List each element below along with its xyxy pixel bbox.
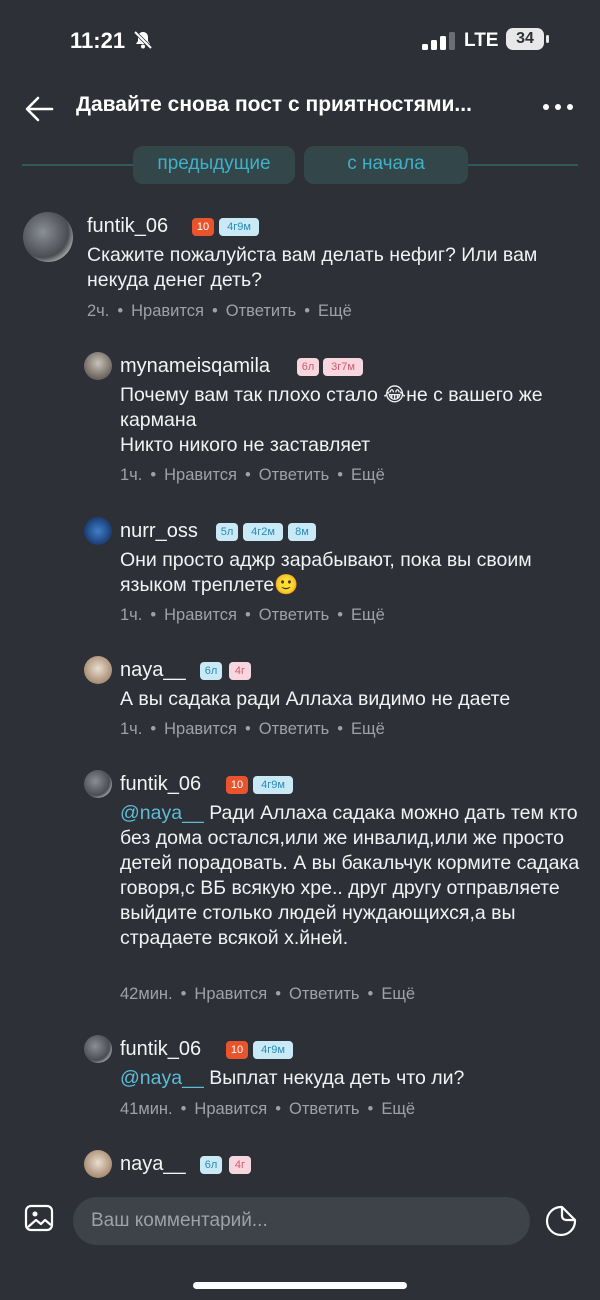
avatar[interactable]	[23, 212, 73, 262]
more-button[interactable]: Ещё	[318, 302, 352, 320]
comment-text: @naya__ Ради Аллаха садака можно дать те…	[120, 801, 582, 951]
more-button[interactable]: Ещё	[351, 720, 385, 738]
membership-badge: 4г2м	[243, 523, 283, 541]
comment-text: Почему вам так плохо стало 😂не с вашего …	[120, 384, 543, 456]
avatar[interactable]	[84, 656, 112, 684]
reply-button[interactable]: Ответить	[226, 302, 297, 320]
comment-text: Они просто аджр зарабывают, пока вы свои…	[120, 549, 538, 596]
comment-meta: 41мин. • Нравится • Ответить • Ещё	[120, 1100, 416, 1118]
nav-divider-left	[22, 164, 134, 166]
avatar[interactable]	[84, 352, 112, 380]
comment-time: 41мин.	[120, 1100, 173, 1118]
comment-username[interactable]: naya__	[120, 659, 186, 682]
reply-button[interactable]: Ответить	[289, 1100, 360, 1118]
comment-meta: 1ч. • Нравится • Ответить • Ещё	[120, 606, 385, 624]
age-badge: 6л	[297, 358, 319, 376]
comment-username[interactable]: nurr_oss	[120, 520, 198, 543]
membership-badge: 4г9м	[253, 776, 293, 794]
age-badge: 5л	[216, 523, 238, 541]
comment-meta: 1ч. • Нравится • Ответить • Ещё	[120, 720, 385, 738]
comment-time: 1ч.	[120, 466, 143, 484]
level-badge: 10	[192, 218, 214, 236]
membership-badge: 4г	[229, 1156, 251, 1174]
status-time: 11:21	[70, 28, 126, 53]
home-indicator[interactable]	[193, 1282, 407, 1289]
like-button[interactable]: Нравится	[131, 302, 204, 320]
comment-text: А вы садака ради Аллаха видимо не даете	[120, 688, 511, 710]
membership-badge: 4г9м	[219, 218, 259, 236]
reply-button[interactable]: Ответить	[259, 466, 330, 484]
sticker-icon[interactable]	[544, 1204, 578, 1238]
like-button[interactable]: Нравится	[194, 985, 267, 1003]
reply-button[interactable]: Ответить	[259, 606, 330, 624]
user-mention[interactable]: @naya__	[120, 1067, 204, 1089]
comment-username[interactable]: naya__	[120, 1153, 186, 1176]
age-badge: 6л	[200, 1156, 222, 1174]
comment-body: Выплат некуда деть что ли?	[203, 1067, 465, 1089]
user-mention[interactable]: @naya__	[120, 802, 204, 824]
nav-divider-right	[468, 164, 578, 166]
more-button[interactable]: Ещё	[381, 1100, 415, 1118]
more-button[interactable]: Ещё	[381, 985, 415, 1003]
more-button[interactable]: Ещё	[351, 466, 385, 484]
like-button[interactable]: Нравится	[164, 466, 237, 484]
signal-icon	[422, 32, 455, 50]
comment-time: 1ч.	[120, 606, 143, 624]
comment-username[interactable]: funtik_06	[87, 215, 168, 238]
comment-body: Ради Аллаха садака можно дать тем кто бе…	[120, 802, 585, 949]
image-icon[interactable]	[24, 1203, 56, 1235]
like-button[interactable]: Нравится	[194, 1100, 267, 1118]
battery-level: 34	[516, 30, 534, 47]
like-button[interactable]: Нравится	[164, 606, 237, 624]
avatar[interactable]	[84, 1035, 112, 1063]
extra-badge: 8м	[288, 523, 316, 541]
reply-button[interactable]: Ответить	[259, 720, 330, 738]
age-badge: 6л	[200, 662, 222, 680]
comment-input-placeholder: Ваш комментарий...	[91, 1210, 268, 1231]
more-button[interactable]: Ещё	[351, 606, 385, 624]
like-button[interactable]: Нравится	[164, 720, 237, 738]
comment-time: 42мин.	[120, 985, 173, 1003]
battery-icon: 34	[506, 28, 550, 50]
comment-meta: 42мин. • Нравится • Ответить • Ещё	[120, 985, 416, 1003]
comment-meta: 1ч. • Нравится • Ответить • Ещё	[120, 466, 385, 484]
more-icon[interactable]	[540, 94, 576, 120]
comment-text: Скажите пожалуйста вам делать нефиг? Или…	[87, 244, 543, 291]
avatar[interactable]	[84, 770, 112, 798]
page-title: Давайте снова пост с приятностями...	[76, 93, 472, 116]
network-type: LTE	[464, 30, 499, 51]
comment-username[interactable]: mynameisqamila	[120, 355, 270, 378]
previous-comments-button[interactable]: предыдущие	[133, 146, 295, 184]
comment-username[interactable]: funtik_06	[120, 773, 201, 796]
membership-badge: 3г7м	[323, 358, 363, 376]
comment-time: 2ч.	[87, 302, 110, 320]
membership-badge: 4г9м	[253, 1041, 293, 1059]
comment-username[interactable]: funtik_06	[120, 1038, 201, 1061]
comment-time: 1ч.	[120, 720, 143, 738]
reply-button[interactable]: Ответить	[289, 985, 360, 1003]
level-badge: 10	[226, 1041, 248, 1059]
back-arrow-icon[interactable]	[22, 92, 56, 126]
avatar[interactable]	[84, 517, 112, 545]
level-badge: 10	[226, 776, 248, 794]
comment-text: @naya__ Выплат некуда деть что ли?	[120, 1066, 580, 1091]
membership-badge: 4г	[229, 662, 251, 680]
bell-off-icon	[133, 30, 153, 50]
avatar[interactable]	[84, 1150, 112, 1178]
from-start-button[interactable]: с начала	[304, 146, 468, 184]
comment-meta: 2ч. • Нравится • Ответить • Ещё	[87, 302, 352, 320]
